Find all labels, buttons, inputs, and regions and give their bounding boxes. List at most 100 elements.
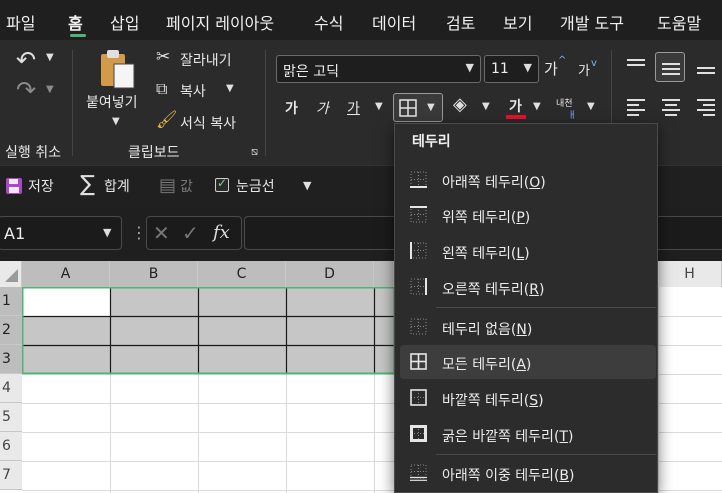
underline-dropdown-icon[interactable]: ▼ xyxy=(375,101,383,112)
column-header-e[interactable] xyxy=(374,261,394,287)
align-top-icon[interactable] xyxy=(625,56,647,76)
column-header-h[interactable]: H xyxy=(658,261,722,287)
select-all-triangle-icon xyxy=(5,269,18,282)
redo-icon[interactable]: ↷ xyxy=(16,76,36,104)
grow-arrow-icon: ^ xyxy=(558,55,567,66)
formula-actions: ✕ ✓ fx xyxy=(146,216,242,250)
copy-button-label[interactable]: 복사 xyxy=(180,81,206,101)
select-all-corner[interactable] xyxy=(0,261,22,287)
phonetic-dropdown-icon[interactable]: ▼ xyxy=(587,101,595,112)
tab-home[interactable]: 홈 xyxy=(68,10,83,34)
font-name-combo[interactable]: 맑은 고딕 ▼ xyxy=(276,55,481,83)
row-header-2[interactable]: 2 xyxy=(0,316,22,345)
tab-view[interactable]: 보기 xyxy=(503,10,532,34)
paste-icon[interactable] xyxy=(98,48,138,90)
row-header-4[interactable]: 4 xyxy=(0,374,22,403)
undo-dropdown-icon[interactable]: ▼ xyxy=(46,52,54,63)
save-button-label[interactable]: 저장 xyxy=(28,176,54,196)
active-cell[interactable] xyxy=(22,287,110,316)
shrink-font-button[interactable]: 가 xyxy=(578,60,590,79)
align-center-icon[interactable] xyxy=(660,97,682,117)
tab-page-layout[interactable]: 페이지 레이아웃 xyxy=(166,10,274,34)
undo-icon[interactable]: ↶ xyxy=(16,46,36,74)
name-box[interactable]: A1 ▼ xyxy=(0,216,122,250)
cancel-icon[interactable]: ✕ xyxy=(153,221,170,245)
sum-icon[interactable]: ∑ xyxy=(80,172,95,197)
bottom-border-icon xyxy=(410,171,427,188)
align-right-icon[interactable] xyxy=(695,97,717,117)
row-header-6[interactable]: 6 xyxy=(0,432,22,461)
menu-item-label: 아래쪽 테두리(O) xyxy=(442,175,546,191)
tab-help[interactable]: 도움말 xyxy=(657,10,701,34)
bold-button[interactable]: 가 xyxy=(285,98,298,118)
tab-file[interactable]: 파일 xyxy=(6,10,35,34)
menu-item-label: 굵은 바깥쪽 테두리(T) xyxy=(442,429,574,445)
borders-button[interactable]: ▼ xyxy=(393,93,443,122)
chevron-down-icon[interactable]: ▼ xyxy=(524,61,532,74)
tab-data[interactable]: 데이터 xyxy=(372,10,416,34)
format-painter-label[interactable]: 서식 복사 xyxy=(180,113,236,133)
font-size-combo[interactable]: 11 ▼ xyxy=(484,55,539,83)
font-size-value: 11 xyxy=(491,61,509,77)
column-header-b[interactable]: B xyxy=(110,261,198,287)
menu-item-label: 바깥쪽 테두리(S) xyxy=(442,393,544,409)
copy-dropdown-icon[interactable]: ▼ xyxy=(226,83,234,94)
menu-item-label: 위쪽 테두리(P) xyxy=(442,210,531,226)
font-color-bar xyxy=(506,115,526,119)
format-painter-icon[interactable]: 🖌 xyxy=(156,110,178,130)
paste-values-icon[interactable]: ▤ xyxy=(159,175,176,196)
top-border-icon xyxy=(410,206,427,223)
column-header-a[interactable]: A xyxy=(22,261,110,287)
thick-outside-borders-icon xyxy=(410,425,427,442)
menu-item-label: 왼쪽 테두리(L) xyxy=(442,246,530,262)
insert-function-icon[interactable]: fx xyxy=(213,222,230,243)
name-box-value: A1 xyxy=(4,224,26,243)
cut-button-label[interactable]: 잘라내기 xyxy=(180,50,232,70)
more-options-icon[interactable]: ⋮ xyxy=(131,223,147,242)
tab-review[interactable]: 검토 xyxy=(446,10,475,34)
align-bottom-icon[interactable] xyxy=(695,56,717,78)
copy-icon[interactable]: ⧉ xyxy=(156,79,167,99)
chevron-down-icon[interactable]: ▼ xyxy=(466,61,474,74)
paste-dropdown-icon[interactable]: ▼ xyxy=(112,116,120,127)
align-middle-icon xyxy=(662,63,680,75)
sum-button-label[interactable]: 합계 xyxy=(104,176,130,196)
grow-font-button[interactable]: 가 xyxy=(544,58,558,79)
tab-insert[interactable]: 삽입 xyxy=(110,10,139,34)
column-header-d[interactable]: D xyxy=(286,261,374,287)
customize-qat-icon[interactable]: ▼ xyxy=(303,179,311,192)
outside-borders-icon xyxy=(410,389,427,406)
active-tab-indicator xyxy=(70,34,86,37)
clipboard-dialog-launcher-icon[interactable]: ⧅ xyxy=(251,145,258,159)
tab-developer[interactable]: 개발 도구 xyxy=(560,10,624,34)
font-color-dropdown-icon[interactable]: ▼ xyxy=(533,101,541,112)
italic-button[interactable]: 가 xyxy=(316,98,329,118)
align-left-icon[interactable] xyxy=(625,97,647,117)
column-header-c[interactable]: C xyxy=(198,261,286,287)
scissors-icon[interactable]: ✂ xyxy=(156,47,170,67)
row-header-3[interactable]: 3 xyxy=(0,345,22,374)
clipboard-group-label: 클립보드 xyxy=(128,145,180,161)
ribbon-separator xyxy=(72,50,73,156)
row-header-5[interactable]: 5 xyxy=(0,403,22,432)
row-header-1[interactable]: 1 xyxy=(0,287,22,316)
ribbon-separator xyxy=(265,50,266,156)
fill-color-dropdown-icon[interactable]: ▼ xyxy=(482,101,490,112)
shrink-arrow-icon: v xyxy=(591,58,597,69)
chevron-down-icon[interactable]: ▼ xyxy=(103,226,111,239)
font-color-button[interactable]: 가 xyxy=(509,96,522,116)
enter-icon[interactable]: ✓ xyxy=(182,221,199,245)
save-icon[interactable] xyxy=(5,177,23,195)
chevron-down-icon: ▼ xyxy=(427,102,435,113)
fill-color-icon[interactable]: ◈ xyxy=(453,94,467,115)
underline-button[interactable]: 가 xyxy=(347,98,360,118)
tab-formulas[interactable]: 수식 xyxy=(314,10,343,34)
redo-dropdown-icon[interactable]: ▼ xyxy=(46,84,54,95)
align-middle-button[interactable] xyxy=(655,52,685,82)
row-header-7[interactable]: 7 xyxy=(0,461,22,490)
menu-item-label: 테두리 없음(N) xyxy=(442,322,533,338)
paste-values-label[interactable]: 값 xyxy=(180,176,193,196)
gridlines-checkbox[interactable]: ✓ xyxy=(215,176,229,192)
paste-button-label[interactable]: 붙여넣기 xyxy=(86,92,138,112)
gridlines-label[interactable]: 눈금선 xyxy=(236,176,275,196)
